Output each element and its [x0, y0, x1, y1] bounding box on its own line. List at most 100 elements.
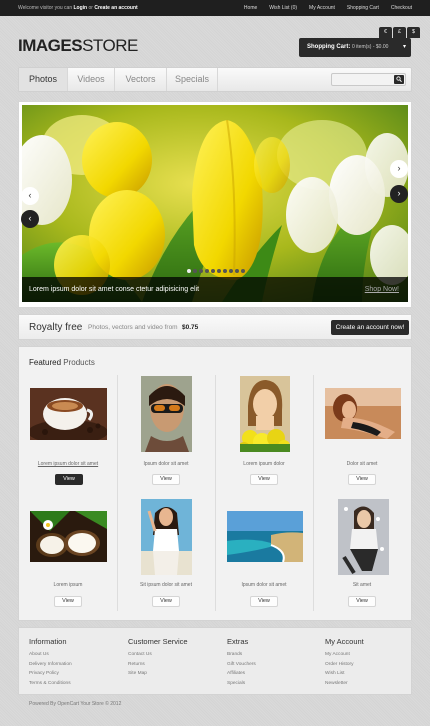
- footer-link[interactable]: Contact Us: [128, 650, 188, 660]
- slider-dot[interactable]: [235, 269, 239, 273]
- footer-column-extras: Extras Brands Gift Vouchers Affiliates S…: [227, 637, 256, 688]
- create-account-link[interactable]: Create an account: [94, 5, 137, 11]
- footer-link[interactable]: Gift Vouchers: [227, 660, 256, 670]
- top-bar: Welcome visitor you can Login or Create …: [0, 0, 430, 16]
- cart-value: 0 item(s) - $0.00: [352, 44, 389, 50]
- chevron-left-icon: ‹: [28, 213, 32, 223]
- slider-dot[interactable]: [193, 269, 197, 273]
- footer-heading: Extras: [227, 637, 249, 646]
- product-image[interactable]: [227, 511, 303, 562]
- footer-column-my-account: My Account My Account Order History Wish…: [325, 637, 364, 688]
- home-link[interactable]: Home: [244, 5, 257, 11]
- tab-photos[interactable]: Photos: [19, 68, 68, 91]
- tab-vectors[interactable]: Vectors: [115, 68, 167, 91]
- chevron-left-icon: ‹: [28, 190, 32, 200]
- footer-link[interactable]: Newsletter: [325, 679, 364, 689]
- currency-dollar[interactable]: $: [407, 27, 420, 38]
- chevron-down-icon: ▾: [402, 44, 406, 50]
- footer-link[interactable]: My Account: [325, 650, 364, 660]
- create-account-button[interactable]: Create an account now!: [331, 320, 409, 335]
- column-divider: [215, 375, 216, 611]
- footer-link[interactable]: Specials: [227, 679, 256, 689]
- view-button[interactable]: View: [348, 474, 376, 485]
- view-button[interactable]: View: [152, 596, 180, 607]
- product-image[interactable]: [141, 376, 192, 452]
- product-name[interactable]: Sit amet: [313, 582, 411, 588]
- product-image[interactable]: [325, 388, 401, 439]
- product-image[interactable]: [240, 376, 290, 452]
- column-divider: [117, 375, 118, 611]
- footer-link[interactable]: Privacy Policy: [29, 669, 72, 679]
- store-logo[interactable]: IMAGESSTORE: [18, 36, 138, 56]
- tab-videos[interactable]: Videos: [68, 68, 115, 91]
- logo-bold-text: IMAGES: [18, 36, 83, 55]
- product-image[interactable]: [30, 388, 107, 440]
- product-name[interactable]: Sit ipsum dolor sit amet: [117, 582, 215, 588]
- currency-pound[interactable]: £: [393, 27, 406, 38]
- footer-heading: Information: [29, 637, 67, 646]
- slider-next-button-dark[interactable]: ›: [390, 185, 408, 203]
- my-account-link[interactable]: My Account: [309, 5, 335, 11]
- product-name[interactable]: Ipsum dolor sit amet: [117, 461, 215, 467]
- slider-dot[interactable]: [205, 269, 209, 273]
- view-button[interactable]: View: [152, 474, 180, 485]
- footer-link[interactable]: Terms & Conditions: [29, 679, 72, 689]
- view-button[interactable]: View: [250, 474, 278, 485]
- product-name[interactable]: Ipsum dolor sit amet: [215, 582, 313, 588]
- view-button[interactable]: View: [54, 596, 82, 607]
- footer-link[interactable]: About Us: [29, 650, 72, 660]
- logo-light-text: STORE: [82, 36, 138, 55]
- footer-link[interactable]: Order History: [325, 660, 364, 670]
- product-name[interactable]: Lorem ipsum: [19, 582, 117, 588]
- featured-title-light: Products: [63, 358, 95, 367]
- slider-dot[interactable]: [187, 269, 191, 273]
- product-image[interactable]: [30, 511, 107, 562]
- featured-title-bold: Featured: [29, 358, 62, 367]
- view-button[interactable]: View: [55, 474, 83, 485]
- currency-euro[interactable]: €: [379, 27, 392, 38]
- footer-link[interactable]: Delivery Information: [29, 660, 72, 670]
- footer-link[interactable]: Wish List: [325, 669, 364, 679]
- view-button[interactable]: View: [348, 596, 376, 607]
- chevron-right-icon: ›: [397, 163, 401, 173]
- footer-link[interactable]: Returns: [128, 660, 188, 670]
- cart-button[interactable]: Shopping Cart: 0 item(s) - $0.00 ▾: [299, 38, 411, 57]
- powered-by-text: Powered By OpenCart Your Store © 2012: [29, 701, 122, 707]
- search-button[interactable]: [394, 75, 404, 84]
- search-box: [331, 73, 406, 86]
- search-input[interactable]: [334, 75, 392, 84]
- royalty-title: Royalty free: [29, 322, 83, 333]
- login-link[interactable]: Login: [74, 5, 88, 11]
- product-name[interactable]: Lorem ipsum dolor sit amet: [19, 461, 117, 467]
- slider-dot[interactable]: [229, 269, 233, 273]
- footer-link[interactable]: Site Map: [128, 669, 188, 679]
- product-name[interactable]: Lorem ipsum dolor: [215, 461, 313, 467]
- cart-label: Shopping Cart:: [307, 44, 351, 50]
- slider-dot[interactable]: [199, 269, 203, 273]
- footer-link[interactable]: Affiliates: [227, 669, 256, 679]
- slider-next-button[interactable]: ›: [390, 160, 408, 178]
- tab-specials[interactable]: Specials: [167, 68, 218, 91]
- slider-dot[interactable]: [223, 269, 227, 273]
- shop-now-link[interactable]: Shop Now!: [365, 286, 399, 293]
- product-image[interactable]: [338, 499, 389, 575]
- footer-link[interactable]: Brands: [227, 650, 256, 660]
- slider-dot[interactable]: [217, 269, 221, 273]
- slider-prev-button-dark[interactable]: ‹: [21, 210, 39, 228]
- checkout-link[interactable]: Checkout: [391, 5, 412, 11]
- view-button[interactable]: View: [250, 596, 278, 607]
- wish-list-link[interactable]: Wish List (0): [269, 5, 297, 11]
- slider-prev-button[interactable]: ‹: [21, 187, 39, 205]
- royalty-subtitle: Photos, vectors and video from: [88, 324, 178, 331]
- or-text: or: [88, 5, 93, 11]
- slider-dot[interactable]: [211, 269, 215, 273]
- featured-products: Featured Products Lorem ipsum dolor sit …: [18, 346, 412, 621]
- search-icon: [396, 76, 402, 83]
- product-image[interactable]: [141, 499, 192, 575]
- chevron-right-icon: ›: [397, 188, 401, 198]
- product-name[interactable]: Dolor sit amet: [313, 461, 411, 467]
- slider-dot[interactable]: [241, 269, 245, 273]
- footer-heading: Customer Service: [128, 637, 188, 646]
- featured-title: Featured Products: [29, 358, 95, 367]
- shopping-cart-link[interactable]: Shopping Cart: [347, 5, 379, 11]
